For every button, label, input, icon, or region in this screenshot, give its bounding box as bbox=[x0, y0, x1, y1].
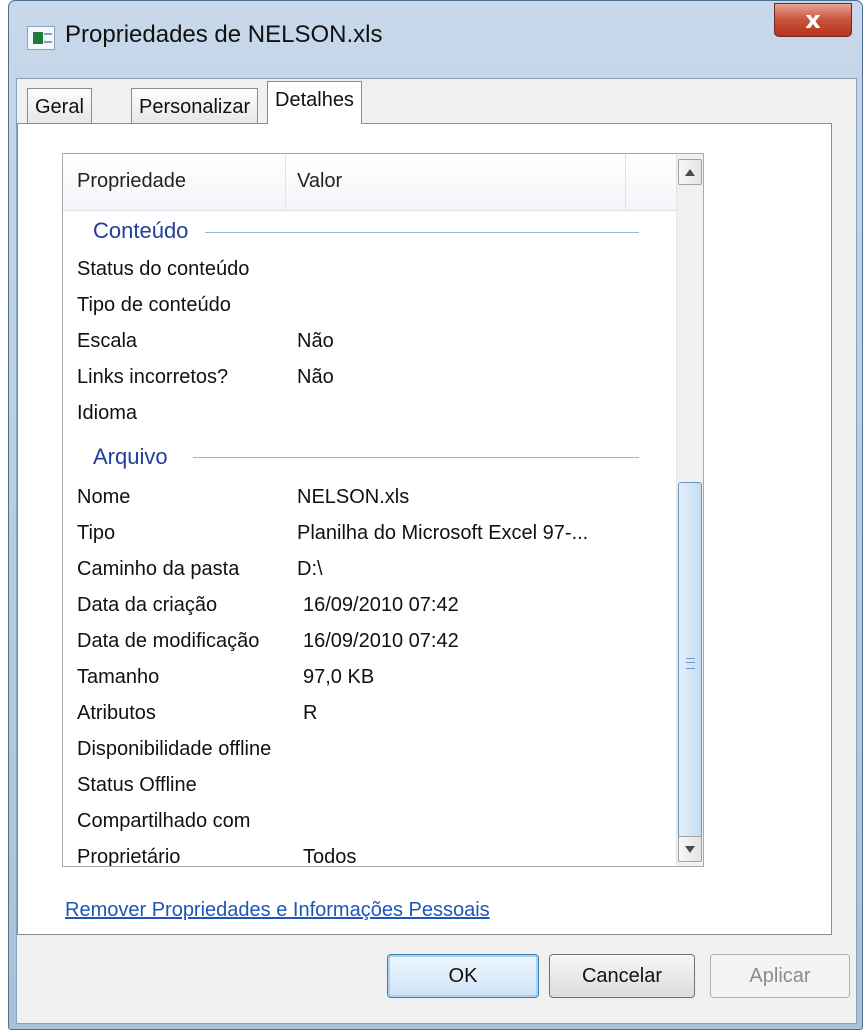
list-item-name: Status do conteúdo bbox=[77, 258, 250, 280]
list-item-name: Escala bbox=[77, 330, 138, 352]
title-bar: Propriedades de NELSON.xls x bbox=[9, 1, 862, 76]
list-item-name: Atributos bbox=[77, 702, 156, 724]
list-item-value: Não bbox=[297, 366, 334, 388]
properties-list[interactable]: Propriedade Valor Conteúdo Status do con… bbox=[62, 153, 704, 867]
list-item-value: 16/09/2010 07:42 bbox=[303, 594, 459, 616]
remove-properties-link[interactable]: Remover Propriedades e Informações Pesso… bbox=[65, 899, 490, 922]
list-item-name: Nome bbox=[77, 486, 131, 508]
list-item-name: Status Offline bbox=[77, 774, 197, 796]
list-item-name: Tipo de conteúdo bbox=[77, 294, 231, 316]
properties-dialog: Propriedades de NELSON.xls x Geral Perso… bbox=[8, 0, 863, 1030]
list-item-value: 16/09/2010 07:42 bbox=[303, 630, 459, 652]
list-item-name: Disponibilidade offline bbox=[77, 738, 272, 760]
scroll-down-button[interactable] bbox=[678, 836, 702, 862]
list-item-value: Planilha do Microsoft Excel 97-... bbox=[297, 522, 589, 544]
tab-personalizar[interactable]: Personalizar bbox=[131, 88, 259, 123]
list-item-value: D:\ bbox=[297, 558, 323, 580]
list-item-name: Caminho da pasta bbox=[77, 558, 240, 580]
list-item-name: Links incorretos? bbox=[77, 366, 229, 388]
list-header: Propriedade Valor bbox=[63, 154, 678, 211]
chevron-up-icon bbox=[685, 168, 695, 176]
list-item-name: Data de modificação bbox=[77, 630, 260, 652]
list-item-value: Todos bbox=[303, 846, 357, 867]
list-item-value: Não bbox=[297, 330, 334, 352]
group-header-conteudo[interactable]: Conteúdo bbox=[93, 218, 188, 244]
close-button[interactable]: x bbox=[774, 3, 852, 37]
details-panel: Propriedade Valor Conteúdo Status do con… bbox=[17, 123, 832, 935]
list-item-name: Proprietário bbox=[77, 846, 181, 867]
chevron-down-icon bbox=[685, 845, 695, 853]
ok-button[interactable]: OK bbox=[387, 954, 539, 998]
list-item-name: Tipo bbox=[77, 522, 116, 544]
scroll-thumb[interactable] bbox=[678, 482, 702, 844]
grip-icon bbox=[685, 657, 695, 669]
window-title: Propriedades de NELSON.xls bbox=[65, 21, 383, 48]
list-item-value: 97,0 KB bbox=[303, 666, 375, 688]
list-item-value: R bbox=[303, 702, 318, 724]
excel-file-icon bbox=[27, 26, 55, 50]
tab-detalhes[interactable]: Detalhes bbox=[267, 81, 362, 124]
scroll-up-button[interactable] bbox=[678, 159, 702, 185]
group-header-arquivo[interactable]: Arquivo bbox=[93, 444, 168, 470]
list-item-name: Compartilhado com bbox=[77, 810, 251, 832]
column-header-property[interactable]: Propriedade bbox=[77, 170, 186, 193]
close-icon: x bbox=[805, 6, 821, 34]
apply-button[interactable]: Aplicar bbox=[710, 954, 850, 998]
cancel-button[interactable]: Cancelar bbox=[549, 954, 695, 998]
vertical-scrollbar[interactable] bbox=[676, 154, 703, 866]
list-item-name: Data da criação bbox=[77, 594, 218, 616]
dialog-client-area: Geral Personalizar Detalhes Propriedade … bbox=[16, 78, 857, 1024]
column-header-value[interactable]: Valor bbox=[297, 170, 342, 193]
list-item-name: Idioma bbox=[77, 402, 138, 424]
list-item-value: NELSON.xls bbox=[297, 486, 410, 508]
tab-geral[interactable]: Geral bbox=[27, 88, 92, 123]
list-item-name: Tamanho bbox=[77, 666, 160, 688]
